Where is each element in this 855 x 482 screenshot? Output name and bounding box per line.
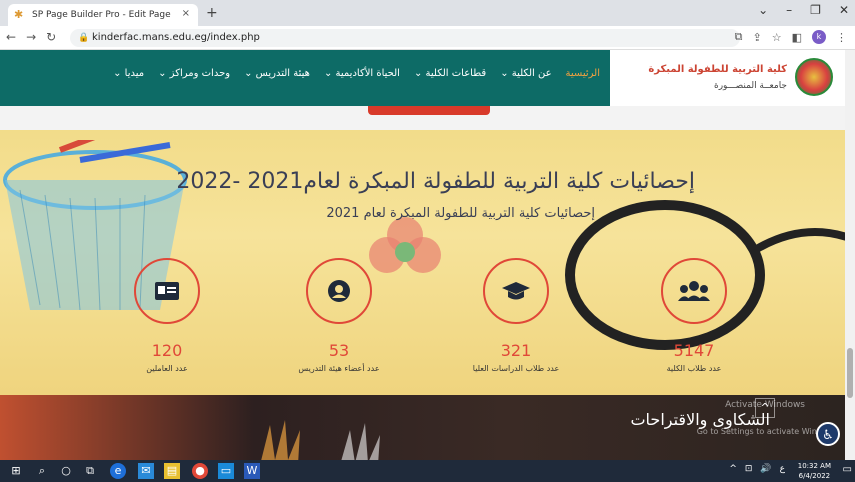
stat-employees-circle xyxy=(134,258,200,324)
stat-students-label: عدد طلاب الكلية xyxy=(666,364,722,373)
url-field[interactable]: 🔒 kinderfac.mans.edu.eg/index.php xyxy=(70,29,740,47)
stat-employees-label: عدد العاملين xyxy=(146,364,188,373)
back-icon[interactable]: ← xyxy=(6,30,16,44)
translate-icon[interactable]: ⧉ xyxy=(735,30,743,44)
browser-tab-bar: ✱ SP Page Builder Pro - Edit Page × + ⌄ … xyxy=(0,0,855,26)
id-card-icon xyxy=(155,282,179,300)
page-scrollbar[interactable] xyxy=(845,50,855,460)
stats-subtitle: إحصائيات كلية التربية للطفولة المبكرة لع… xyxy=(326,206,595,221)
menu-item-sectors[interactable]: قطاعات الكلية ⌄ xyxy=(414,68,486,79)
graduation-cap-icon xyxy=(502,282,530,300)
university-logo xyxy=(795,58,833,96)
new-tab-button[interactable]: + xyxy=(206,5,218,21)
stat-students-number: 5147 xyxy=(673,341,715,360)
chrome-icon[interactable]: ● xyxy=(192,463,208,479)
browser-tab[interactable]: ✱ SP Page Builder Pro - Edit Page × xyxy=(8,4,198,26)
edge-icon[interactable]: e xyxy=(110,463,126,479)
stat-postgrad-number: 321 xyxy=(500,341,532,360)
windows-start-icon[interactable]: ⊞ xyxy=(8,463,24,479)
stat-employees-number: 120 xyxy=(151,341,183,360)
notification-icon[interactable]: ▭ xyxy=(843,464,852,475)
stat-faculty-circle xyxy=(306,258,372,324)
menu-item-academic-life[interactable]: الحياة الأكاديمية ⌄ xyxy=(324,68,400,79)
red-action-button[interactable] xyxy=(368,106,490,115)
url-text: kinderfac.mans.edu.eg/index.php xyxy=(92,32,260,43)
system-tray: ^ ⊡ 🔊 ع xyxy=(729,464,785,474)
taskbar-clock[interactable]: 10:32 AM 6/4/2022 xyxy=(798,461,831,481)
handprints-image xyxy=(261,420,380,460)
file-explorer-icon[interactable]: ▤ xyxy=(164,463,180,479)
scrollbar-thumb[interactable] xyxy=(847,348,853,398)
lock-icon: 🔒 xyxy=(78,33,90,43)
profile-avatar[interactable]: k xyxy=(812,30,826,44)
main-nav-menu: الرئيسية عن الكلية ⌄ قطاعات الكلية ⌄ الح… xyxy=(113,68,600,79)
sidebar-icon[interactable]: ◧ xyxy=(792,31,802,44)
user-icon xyxy=(328,280,350,302)
bookmark-star-icon[interactable]: ☆ xyxy=(772,31,782,44)
windows-taskbar: ⊞ ⌕ ○ ⧉ e ✉ ▤ ● ▭ W ^ ⊡ 🔊 ع 10:32 AM 6/4… xyxy=(0,460,855,482)
word-icon[interactable]: W xyxy=(244,463,260,479)
nav-buttons: ← → ↻ xyxy=(6,30,56,44)
chevron-up-icon[interactable]: ^ xyxy=(729,464,737,474)
clock-date: 6/4/2022 xyxy=(798,472,831,480)
tab-title: SP Page Builder Pro - Edit Page xyxy=(32,10,171,20)
logo-title: كلية التربية للطفولة المبكرة xyxy=(648,64,787,75)
logo-subtitle: جامعــة المنصـــورة xyxy=(713,81,787,91)
browser-action-icons: ⧉ ⇪ ☆ ◧ k ⋮ xyxy=(735,30,847,44)
site-header: الرئيسية عن الكلية ⌄ قطاعات الكلية ⌄ الح… xyxy=(0,50,845,106)
menu-item-faculty[interactable]: هيئة التدريس ⌄ xyxy=(244,68,310,79)
menu-item-about[interactable]: عن الكلية ⌄ xyxy=(500,68,551,79)
users-icon xyxy=(678,281,710,301)
share-icon[interactable]: ⇪ xyxy=(753,31,762,44)
tab-close-icon[interactable]: × xyxy=(182,8,190,19)
statistics-section: إحصائيات كلية التربية للطفولة المبكرة لع… xyxy=(0,130,845,395)
language-indicator[interactable]: ع xyxy=(780,464,785,474)
activate-windows-title: Activate Windows xyxy=(725,400,805,410)
store-icon[interactable]: ▭ xyxy=(218,463,234,479)
network-icon[interactable]: ⊡ xyxy=(745,464,753,474)
stat-faculty-label: عدد أعضاء هيئة التدريس xyxy=(298,364,380,373)
accessibility-icon[interactable]: ♿ xyxy=(816,422,840,446)
close-window-icon[interactable]: ✕ xyxy=(839,3,849,17)
flower-decoration-image xyxy=(369,217,441,273)
more-menu-icon[interactable]: ⋮ xyxy=(836,31,847,44)
minimize-icon[interactable]: – xyxy=(786,3,792,17)
mail-icon[interactable]: ✉ xyxy=(138,463,154,479)
stat-faculty-number: 53 xyxy=(328,341,350,360)
restore-icon[interactable]: ❐ xyxy=(810,3,821,17)
stat-students-circle xyxy=(661,258,727,324)
forward-icon[interactable]: → xyxy=(26,30,36,44)
stats-title: إحصائيات كلية التربية للطفولة المبكرة لع… xyxy=(176,169,695,194)
stat-postgrad-circle xyxy=(483,258,549,324)
menu-item-units-centers[interactable]: وحدات ومراكز ⌄ xyxy=(158,68,230,79)
address-bar-row: ← → ↻ 🔒 kinderfac.mans.edu.eg/index.php … xyxy=(0,26,855,50)
joomla-favicon-icon: ✱ xyxy=(14,8,24,21)
menu-item-media[interactable]: ميديا ⌄ xyxy=(113,68,144,79)
logo-area[interactable]: كلية التربية للطفولة المبكرة جامعــة الم… xyxy=(610,50,845,106)
complaints-section: ^ الشكاوى والاقتراحات Activate Windows G… xyxy=(0,395,845,460)
volume-icon[interactable]: 🔊 xyxy=(760,464,771,474)
search-icon[interactable]: ⌕ xyxy=(34,463,50,479)
clock-time: 10:32 AM xyxy=(797,462,831,470)
reload-icon[interactable]: ↻ xyxy=(46,30,56,44)
window-controls: ⌄ – ❐ ✕ xyxy=(758,3,849,17)
task-view-icon[interactable]: ⧉ xyxy=(82,463,98,479)
cortana-icon[interactable]: ○ xyxy=(58,463,74,479)
tab-search-icon[interactable]: ⌄ xyxy=(758,3,768,17)
stat-postgrad-label: عدد طلاب الدراسات العليا xyxy=(472,364,560,373)
menu-item-home[interactable]: الرئيسية xyxy=(566,68,600,79)
